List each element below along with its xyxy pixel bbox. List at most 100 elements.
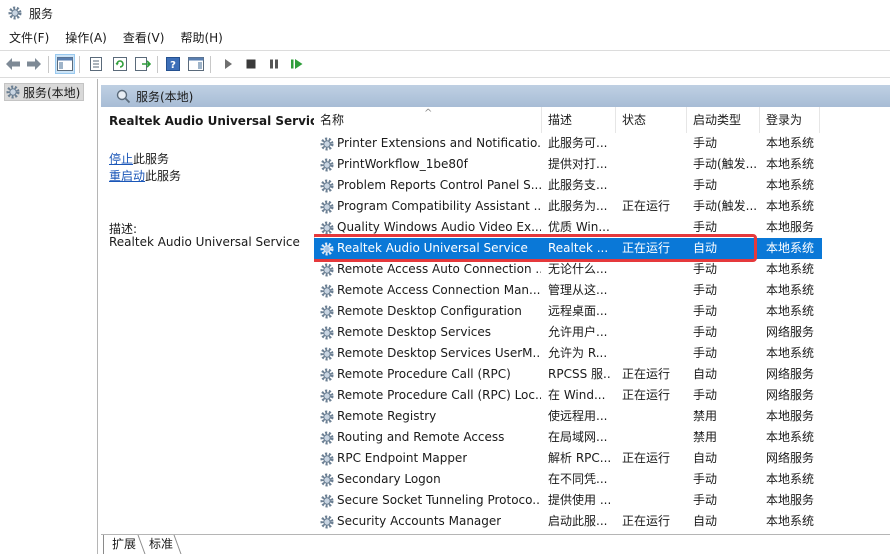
service-startup-type: 手动 bbox=[693, 262, 718, 276]
service-startup-type: 手动 bbox=[693, 178, 718, 192]
service-row[interactable]: Remote Access Auto Connection ... 无论什么..… bbox=[314, 259, 822, 280]
refresh-icon[interactable] bbox=[110, 54, 130, 74]
service-row[interactable]: Remote Desktop Services 允许用户... 手动 网络服务 bbox=[314, 322, 822, 343]
service-row[interactable]: PrintWorkflow_1be80f 提供对打... 手动(触发... 本地… bbox=[314, 154, 822, 175]
service-name: RPC Endpoint Mapper bbox=[337, 451, 468, 465]
service-log-on-as: 本地服务 bbox=[766, 493, 815, 507]
back-icon[interactable] bbox=[3, 54, 23, 74]
menu-action[interactable]: 操作(A) bbox=[57, 27, 115, 49]
column-header-description[interactable]: 描述 bbox=[542, 107, 616, 133]
service-log-on-as: 本地服务 bbox=[766, 220, 815, 234]
help-icon[interactable]: ? bbox=[163, 54, 183, 74]
service-name: Remote Registry bbox=[337, 409, 437, 423]
service-name: Remote Desktop Configuration bbox=[337, 304, 522, 318]
service-row[interactable]: Remote Registry 使远程用... 禁用 本地服务 bbox=[314, 406, 822, 427]
service-description: 此服务为... bbox=[548, 199, 608, 213]
pause-service-icon[interactable] bbox=[264, 54, 284, 74]
service-startup-type: 手动 bbox=[693, 136, 718, 150]
service-row[interactable]: Remote Procedure Call (RPC) RPCSS 服... 正… bbox=[314, 364, 822, 385]
service-row[interactable]: Printer Extensions and Notificatio... 此服… bbox=[314, 133, 822, 154]
tab-extended[interactable]: 扩展 bbox=[103, 535, 141, 554]
service-row[interactable]: Remote Desktop Configuration 远程桌面... 手动 … bbox=[314, 301, 822, 322]
service-gear-icon bbox=[320, 158, 334, 171]
service-log-on-as: 本地系统 bbox=[766, 283, 815, 297]
service-status bbox=[622, 301, 688, 322]
service-name: Remote Access Auto Connection ... bbox=[337, 262, 541, 276]
service-name: Secure Socket Tunneling Protoco... bbox=[337, 493, 541, 507]
tree-item-services-local[interactable]: 服务(本地) bbox=[4, 83, 85, 101]
service-name: Program Compatibility Assistant ... bbox=[337, 199, 541, 213]
column-header-startup-type[interactable]: 启动类型 bbox=[687, 107, 760, 133]
show-console-tree-icon[interactable] bbox=[55, 54, 75, 74]
service-name: Realtek Audio Universal Service bbox=[337, 241, 528, 255]
service-status bbox=[622, 259, 688, 280]
service-description: 允许用户... bbox=[548, 325, 608, 339]
menu-file[interactable]: 文件(F) bbox=[0, 27, 57, 49]
service-startup-type: 手动(触发... bbox=[693, 157, 758, 171]
service-row-selected[interactable]: Realtek Audio Universal Service Realtek … bbox=[314, 238, 822, 259]
column-header-status[interactable]: 状态 bbox=[616, 107, 687, 133]
export-list-icon[interactable] bbox=[133, 54, 153, 74]
service-row[interactable]: Remote Procedure Call (RPC) Loc... 在 Win… bbox=[314, 385, 822, 406]
service-status bbox=[622, 154, 688, 175]
service-startup-type: 手动 bbox=[693, 493, 718, 507]
service-name: Remote Procedure Call (RPC) Loc... bbox=[337, 388, 541, 402]
service-startup-type: 手动 bbox=[693, 283, 718, 297]
service-status bbox=[622, 280, 688, 301]
service-row[interactable]: Secondary Logon 在不同凭... 手动 本地系统 bbox=[314, 469, 822, 490]
properties-icon[interactable] bbox=[86, 54, 106, 74]
service-status: 正在运行 bbox=[622, 199, 671, 213]
service-startup-type: 手动 bbox=[693, 472, 718, 486]
service-startup-type: 手动 bbox=[693, 220, 718, 234]
service-log-on-as: 本地系统 bbox=[766, 199, 815, 213]
service-startup-type: 自动 bbox=[693, 451, 718, 465]
start-service-icon[interactable] bbox=[218, 54, 238, 74]
forward-icon[interactable] bbox=[24, 54, 44, 74]
service-row[interactable]: Problem Reports Control Panel S... 此服务支.… bbox=[314, 175, 822, 196]
restart-service-link[interactable]: 重启动 bbox=[109, 169, 145, 183]
show-hide-action-pane-icon[interactable] bbox=[186, 54, 206, 74]
service-description: 提供使用 ... bbox=[548, 493, 610, 507]
service-status: 正在运行 bbox=[622, 367, 671, 381]
title-bar: 服务 bbox=[0, 0, 890, 26]
column-header-label: 描述 bbox=[548, 113, 573, 127]
service-status bbox=[622, 427, 688, 448]
service-row[interactable]: Remote Access Connection Man... 管理从这... … bbox=[314, 280, 822, 301]
service-startup-type: 自动 bbox=[693, 367, 718, 381]
service-gear-icon bbox=[320, 263, 334, 276]
column-header-name[interactable]: ^ 名称 bbox=[314, 107, 542, 133]
service-status: 正在运行 bbox=[622, 388, 671, 402]
stop-service-icon[interactable] bbox=[241, 54, 261, 74]
service-name: Security Accounts Manager bbox=[337, 514, 502, 528]
service-gear-icon bbox=[320, 494, 334, 507]
column-header-label: 启动类型 bbox=[693, 113, 742, 127]
service-startup-type: 禁用 bbox=[693, 409, 718, 423]
service-gear-icon bbox=[320, 389, 334, 402]
service-name: Routing and Remote Access bbox=[337, 430, 505, 444]
service-description: 无论什么... bbox=[548, 262, 608, 276]
service-row[interactable]: Remote Desktop Services UserM... 允许为 R..… bbox=[314, 343, 822, 364]
service-gear-icon bbox=[320, 452, 334, 465]
menu-view[interactable]: 查看(V) bbox=[115, 27, 173, 49]
tab-standard[interactable]: 标准 bbox=[141, 535, 177, 554]
service-row[interactable]: Routing and Remote Access 在局域网... 禁用 本地系… bbox=[314, 427, 822, 448]
service-row[interactable]: Quality Windows Audio Video Ex... 优质 Win… bbox=[314, 217, 822, 238]
service-row[interactable]: Program Compatibility Assistant ... 此服务为… bbox=[314, 196, 822, 217]
service-log-on-as: 本地系统 bbox=[766, 472, 815, 486]
service-row[interactable]: Secure Socket Tunneling Protoco... 提供使用 … bbox=[314, 490, 822, 511]
stop-service-link[interactable]: 停止 bbox=[109, 152, 133, 166]
service-startup-type: 禁用 bbox=[693, 430, 718, 444]
menu-help[interactable]: 帮助(H) bbox=[172, 27, 230, 49]
stop-service-action: 停止此服务 bbox=[109, 150, 169, 167]
service-description: 启动此服... bbox=[548, 514, 608, 528]
service-description: 此服务支... bbox=[548, 178, 608, 192]
service-description: 远程桌面... bbox=[548, 304, 608, 318]
restart-service-icon[interactable] bbox=[287, 54, 307, 74]
service-row[interactable]: RPC Endpoint Mapper 解析 RPC... 正在运行 自动 网络… bbox=[314, 448, 822, 469]
service-row[interactable]: Security Accounts Manager 启动此服... 正在运行 自… bbox=[314, 511, 822, 532]
column-header-log-on-as[interactable]: 登录为 bbox=[760, 107, 820, 133]
service-log-on-as: 网络服务 bbox=[766, 325, 815, 339]
tree-item-label: 服务(本地) bbox=[23, 85, 81, 100]
toolbar-separator bbox=[79, 56, 80, 73]
toolbar-separator bbox=[210, 56, 211, 73]
